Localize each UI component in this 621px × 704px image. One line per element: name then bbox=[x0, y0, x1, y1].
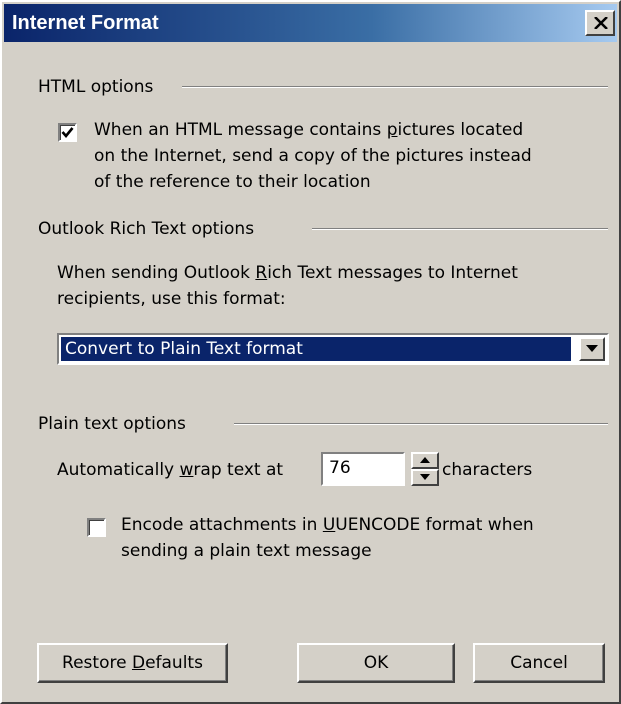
rich-text-format-value[interactable]: Convert to Plain Text format bbox=[61, 337, 571, 361]
uuencode-label[interactable]: Encode attachments in UUENCODE format wh… bbox=[121, 512, 534, 564]
title-bar[interactable]: Internet Format bbox=[4, 4, 617, 42]
rich-text-options-header: Outlook Rich Text options bbox=[38, 219, 255, 239]
chevron-down-icon bbox=[586, 345, 598, 352]
spin-down-icon bbox=[420, 474, 430, 480]
wrap-text-label: Automatically wrap text at bbox=[57, 460, 284, 480]
ok-button[interactable]: OK bbox=[297, 643, 455, 683]
send-pictures-checkbox[interactable] bbox=[58, 123, 77, 142]
cancel-button[interactable]: Cancel bbox=[473, 643, 605, 683]
close-icon bbox=[594, 17, 608, 29]
wrap-decrement-button[interactable] bbox=[411, 469, 439, 486]
html-options-header: HTML options bbox=[38, 77, 154, 97]
plain-text-options-divider bbox=[234, 423, 608, 425]
wrap-units-label: characters bbox=[442, 460, 533, 480]
close-button[interactable] bbox=[585, 10, 615, 36]
spin-up-icon bbox=[420, 457, 430, 463]
uuencode-checkbox[interactable] bbox=[87, 518, 106, 537]
html-options-divider bbox=[182, 86, 608, 88]
dialog-title: Internet Format bbox=[12, 12, 159, 34]
internet-format-dialog: Internet Format HTML options When an HTM… bbox=[0, 0, 621, 704]
dropdown-button[interactable] bbox=[579, 337, 605, 361]
plain-text-options-header: Plain text options bbox=[38, 414, 186, 434]
checkmark-icon bbox=[61, 127, 74, 139]
wrap-width-input[interactable]: 76 bbox=[321, 452, 405, 486]
send-pictures-label[interactable]: When an HTML message contains pictures l… bbox=[94, 117, 532, 195]
rich-text-format-description: When sending Outlook Rich Text messages … bbox=[57, 263, 518, 309]
restore-defaults-button[interactable]: Restore Defaults bbox=[37, 643, 228, 683]
rich-text-format-select[interactable]: Convert to Plain Text format bbox=[57, 333, 609, 365]
rich-text-options-divider bbox=[312, 228, 608, 230]
wrap-increment-button[interactable] bbox=[411, 452, 439, 469]
